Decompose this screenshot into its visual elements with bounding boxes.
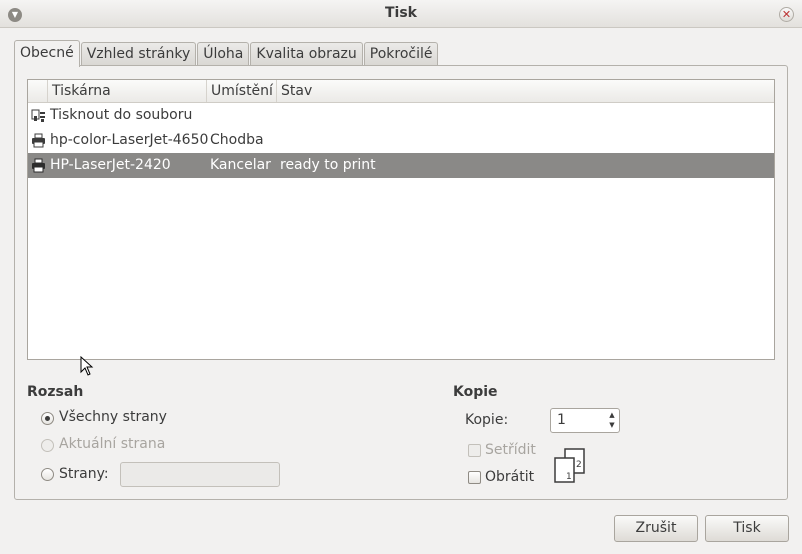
- tab-page-setup[interactable]: Vzhled stránky: [80, 42, 197, 66]
- pages-label[interactable]: Strany:: [59, 466, 109, 482]
- column-header-printer[interactable]: Tiskárna: [48, 80, 207, 102]
- title-bar: ▼ Tisk ✕: [0, 0, 802, 28]
- range-heading: Rozsah: [27, 384, 84, 400]
- decrement-icon[interactable]: ▼: [607, 420, 617, 430]
- printer-row[interactable]: hp-color-LaserJet-4650 Chodba: [28, 128, 774, 153]
- copies-spin-button[interactable]: 1 ▲ ▼: [550, 408, 620, 433]
- tab-bar: Obecné Vzhled stránky Úloha Kvalita obra…: [14, 40, 439, 67]
- file-printer-icon: [31, 109, 45, 122]
- tab-advanced[interactable]: Pokročilé: [363, 42, 439, 66]
- column-header-location[interactable]: Umístění: [207, 80, 277, 102]
- printer-row[interactable]: Tisknout do souboru: [28, 103, 774, 128]
- printer-icon: [32, 133, 45, 148]
- printer-status: ready to print: [280, 157, 376, 173]
- tab-general[interactable]: Obecné: [14, 40, 80, 67]
- copies-heading: Kopie: [453, 384, 498, 400]
- tab-job[interactable]: Úloha: [197, 42, 250, 66]
- cancel-button[interactable]: Zrušit: [614, 515, 698, 542]
- print-button[interactable]: Tisk: [705, 515, 789, 542]
- collate-pages-icon: 2 1: [554, 448, 585, 483]
- printer-icon: [32, 158, 45, 173]
- printer-name: HP-LaserJet-2420: [50, 157, 171, 173]
- collate-label: Setřídit: [485, 442, 536, 458]
- window-title: Tisk: [385, 5, 417, 21]
- increment-icon[interactable]: ▲: [607, 410, 617, 420]
- collate-checkbox: [468, 444, 481, 457]
- pages-input[interactable]: [120, 462, 280, 487]
- all-pages-radio[interactable]: [41, 412, 54, 425]
- current-page-radio: [41, 439, 54, 452]
- page-number-2: 2: [576, 460, 582, 470]
- close-icon[interactable]: ✕: [779, 7, 794, 22]
- header-spacer: [28, 80, 48, 102]
- printer-row-selected[interactable]: HP-LaserJet-2420 Kancelar ready to print: [28, 153, 774, 178]
- printer-name: Tisknout do souboru: [50, 107, 193, 123]
- column-header-status[interactable]: Stav: [277, 80, 774, 102]
- copies-label: Kopie:: [465, 412, 509, 428]
- reverse-checkbox[interactable]: [468, 471, 481, 484]
- current-page-label: Aktuální strana: [59, 436, 166, 452]
- printer-name: hp-color-LaserJet-4650: [50, 132, 209, 148]
- printer-location: Kancelar: [210, 157, 271, 173]
- copies-value: 1: [557, 412, 566, 428]
- mouse-cursor-icon: [80, 356, 94, 376]
- pages-radio[interactable]: [41, 468, 54, 481]
- all-pages-label[interactable]: Všechny strany: [59, 409, 167, 425]
- page-number-1: 1: [566, 472, 572, 482]
- printer-list[interactable]: Tiskárna Umístění Stav Tisknout do soubo…: [27, 79, 775, 360]
- spin-arrows[interactable]: ▲ ▼: [607, 410, 617, 430]
- printer-list-header: Tiskárna Umístění Stav: [28, 80, 774, 103]
- reverse-label[interactable]: Obrátit: [485, 469, 534, 485]
- tab-image-quality[interactable]: Kvalita obrazu: [250, 42, 363, 66]
- printer-location: Chodba: [210, 132, 264, 148]
